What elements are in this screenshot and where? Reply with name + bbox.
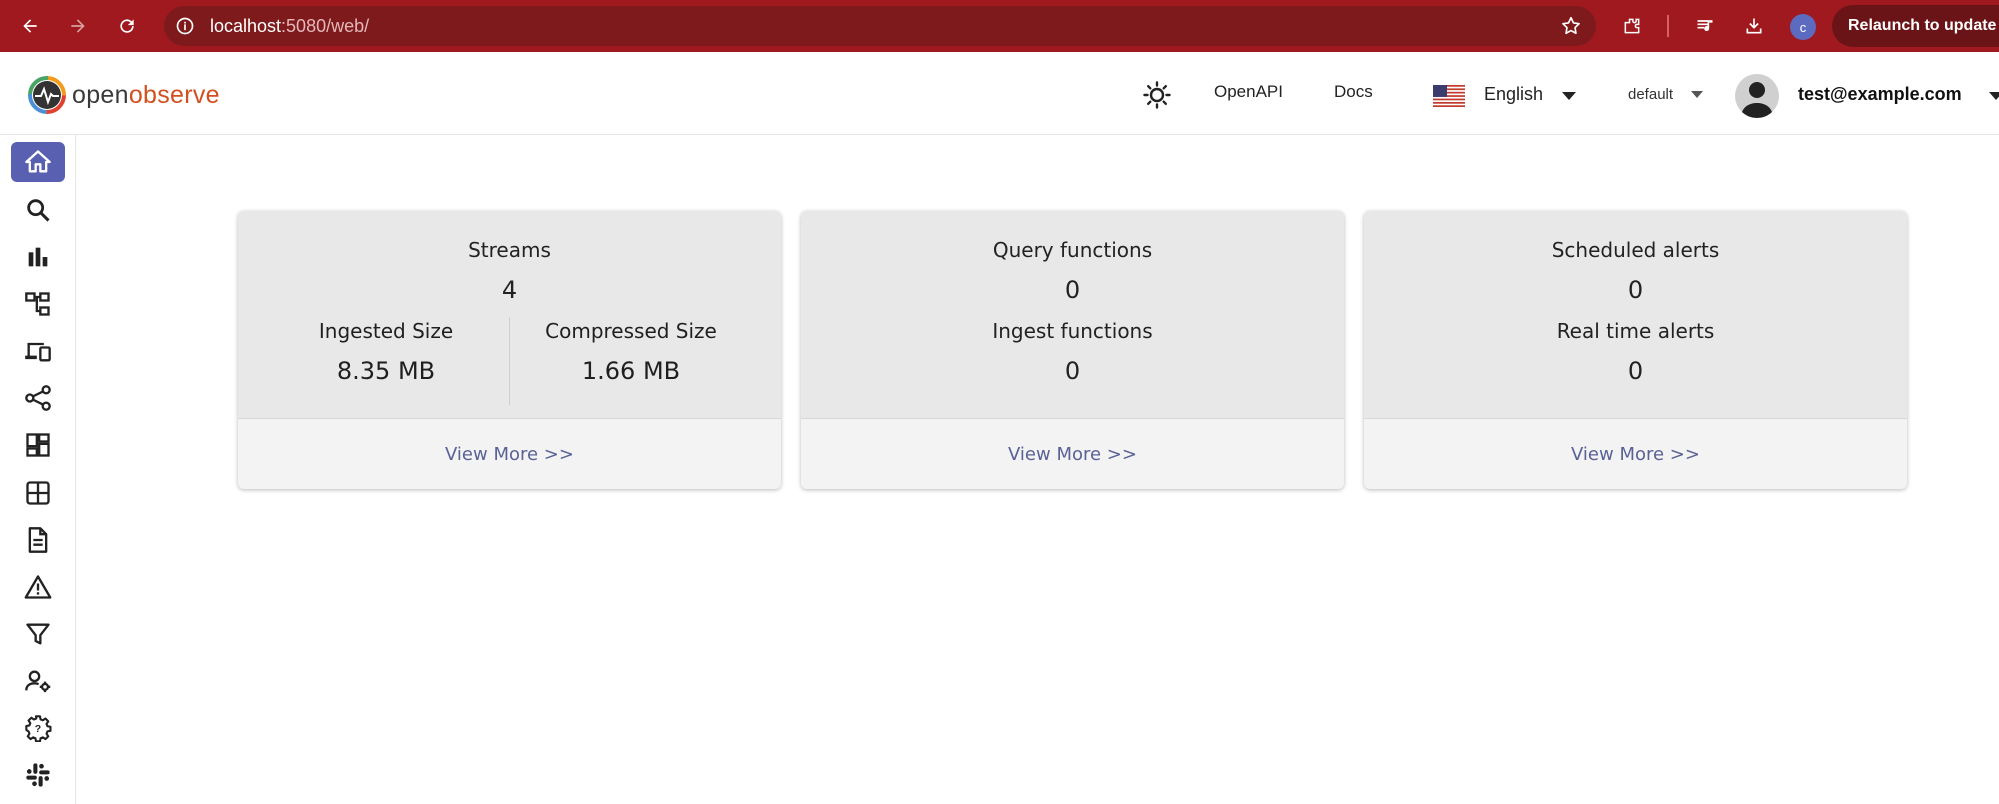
url-path: :5080/web/	[281, 15, 370, 36]
share-icon	[25, 385, 51, 411]
alerts-card: Scheduled alerts 0 Real time alerts 0 Vi…	[1364, 211, 1907, 489]
stats-divider	[509, 317, 510, 405]
person-icon	[1741, 82, 1773, 118]
address-bar[interactable]: localhost:5080/web/	[164, 6, 1596, 46]
streams-title: Streams	[468, 238, 551, 262]
organization-dropdown-icon[interactable]	[1691, 91, 1703, 98]
functions-card-body: Query functions 0 Ingest functions 0	[801, 211, 1344, 418]
nav-settings[interactable]: ?	[11, 708, 65, 748]
home-icon	[25, 150, 51, 173]
nav-home[interactable]	[11, 142, 65, 182]
table-icon	[26, 481, 50, 505]
ingest-functions-value: 0	[1064, 357, 1081, 385]
streams-view-more-link[interactable]: View More >>	[445, 444, 574, 465]
svg-text:?: ?	[35, 723, 41, 735]
docs-link[interactable]: Docs	[1334, 82, 1373, 102]
account-tree-icon	[25, 292, 50, 316]
user-menu-dropdown-icon[interactable]	[1989, 92, 1999, 100]
realtime-alerts-label: Real time alerts	[1556, 319, 1715, 343]
browser-toolbar: localhost:5080/web/ c Relaunch to update	[0, 0, 1999, 52]
bookmark-star-icon[interactable]	[1560, 15, 1582, 37]
ingested-size-value: 8.35 MB	[336, 357, 436, 385]
extensions-icon[interactable]	[1616, 10, 1648, 42]
download-icon[interactable]	[1738, 10, 1770, 42]
functions-view-more-link[interactable]: View More >>	[1008, 444, 1137, 465]
scheduled-alerts-value: 0	[1627, 276, 1644, 304]
query-functions-value: 0	[1064, 276, 1081, 304]
language-selector[interactable]: English	[1484, 84, 1543, 105]
site-info-icon[interactable]	[172, 13, 198, 39]
left-sidebar: ?	[0, 135, 76, 804]
realtime-alerts-value: 0	[1627, 357, 1644, 385]
profile-avatar[interactable]: c	[1790, 14, 1816, 40]
logo-text-observe: observe	[128, 80, 220, 109]
logo-text-open: open	[72, 80, 129, 109]
alerts-card-footer: View More >>	[1364, 418, 1907, 489]
document-icon	[28, 527, 48, 553]
dashboard-icon	[26, 433, 50, 457]
nav-iam[interactable]	[11, 661, 65, 701]
gear-icon: ?	[25, 715, 52, 742]
forward-icon[interactable]	[62, 10, 94, 42]
bar-chart-icon	[28, 247, 48, 267]
warning-icon	[24, 575, 52, 599]
nav-dashboards[interactable]	[11, 425, 65, 465]
nav-alerts[interactable]	[11, 567, 65, 607]
relaunch-button[interactable]: Relaunch to update	[1832, 5, 1999, 47]
functions-card: Query functions 0 Ingest functions 0 Vie…	[801, 211, 1344, 489]
us-flag-icon[interactable]	[1433, 85, 1465, 107]
media-controls-icon[interactable]	[1689, 10, 1721, 42]
streams-count: 4	[501, 276, 518, 304]
streams-card: Streams 4 Ingested Size 8.35 MB Compress…	[238, 211, 781, 489]
alerts-view-more-link[interactable]: View More >>	[1571, 444, 1700, 465]
streams-card-body: Streams 4 Ingested Size 8.35 MB Compress…	[238, 211, 781, 418]
url-text[interactable]: localhost:5080/web/	[210, 16, 369, 37]
query-functions-label: Query functions	[992, 238, 1153, 262]
nav-traces[interactable]	[11, 284, 65, 324]
scheduled-alerts-label: Scheduled alerts	[1551, 238, 1720, 262]
organization-selector[interactable]: default	[1628, 86, 1673, 103]
toolbar-separator	[1667, 15, 1669, 37]
reload-icon[interactable]	[111, 10, 143, 42]
compressed-size-label: Compressed Size	[545, 319, 717, 343]
user-settings-icon	[25, 670, 51, 693]
ingest-functions-label: Ingest functions	[992, 319, 1153, 343]
filter-icon	[26, 623, 50, 645]
functions-card-footer: View More >>	[801, 418, 1344, 489]
logo-text: openobserve	[72, 81, 220, 110]
user-avatar[interactable]	[1735, 74, 1779, 118]
url-host: localhost	[210, 15, 282, 36]
user-email[interactable]: test@example.com	[1798, 84, 1962, 105]
devices-icon	[25, 342, 51, 362]
streams-card-footer: View More >>	[238, 418, 781, 489]
search-icon	[27, 199, 50, 222]
nav-slack[interactable]	[11, 755, 65, 795]
ingested-size-label: Ingested Size	[318, 319, 454, 343]
nav-streams[interactable]	[11, 473, 65, 513]
nav-pipelines[interactable]	[11, 378, 65, 418]
nav-rum[interactable]	[11, 331, 65, 371]
theme-toggle-sun-icon[interactable]	[1143, 81, 1171, 109]
nav-reports[interactable]	[11, 520, 65, 560]
app-header: openobserve OpenAPI Docs English default…	[0, 52, 1999, 135]
openapi-link[interactable]: OpenAPI	[1214, 82, 1283, 102]
nav-functions[interactable]	[11, 614, 65, 654]
logo-mark-icon	[28, 76, 66, 114]
nav-metrics[interactable]	[11, 237, 65, 277]
language-dropdown-icon[interactable]	[1562, 92, 1576, 100]
slack-icon	[26, 763, 50, 787]
back-icon[interactable]	[14, 10, 46, 42]
openobserve-logo[interactable]: openobserve	[26, 74, 220, 116]
alerts-card-body: Scheduled alerts 0 Real time alerts 0	[1364, 211, 1907, 418]
nav-logs-search[interactable]	[11, 190, 65, 230]
compressed-size-value: 1.66 MB	[581, 357, 681, 385]
